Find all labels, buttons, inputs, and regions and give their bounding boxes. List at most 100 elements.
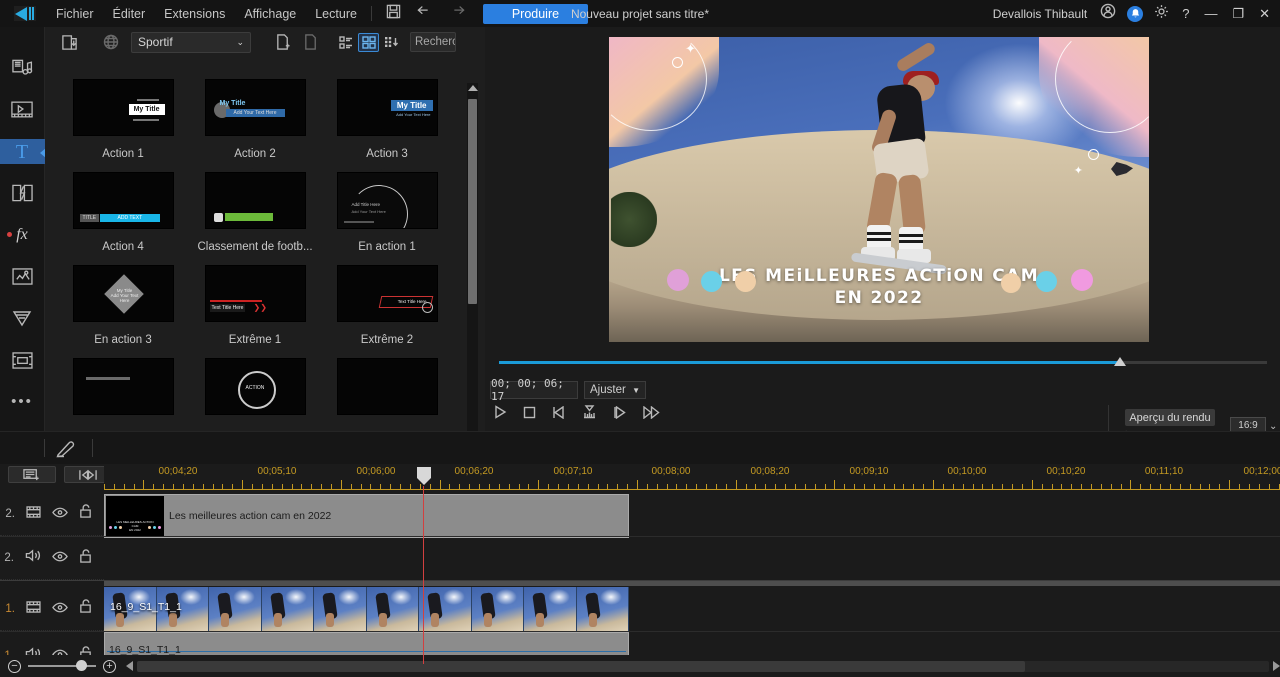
menu-item-extensions[interactable]: Extensions (164, 7, 225, 21)
track-header-video-2[interactable]: 2. (0, 492, 104, 536)
track-header-audio-2[interactable]: 2. (0, 537, 104, 580)
download-grid-icon[interactable] (381, 33, 402, 52)
pen-tool-icon[interactable] (52, 438, 82, 459)
track-body-video-1[interactable]: 16_9_S1_T1_1 (104, 587, 1280, 631)
play-button[interactable] (493, 405, 507, 424)
template-thumbnail (336, 358, 438, 415)
help-icon[interactable]: ? (1180, 6, 1191, 21)
sidebar-item-titles[interactable]: T (0, 138, 46, 165)
eye-icon[interactable] (52, 549, 68, 567)
template-item[interactable]: Classement de footb... (189, 172, 321, 253)
floppy-disk-icon[interactable] (386, 4, 401, 24)
audio-track-icon[interactable] (25, 549, 41, 567)
zoom-slider-knob[interactable] (76, 660, 87, 671)
sidebar-item-more[interactable]: ••• (0, 389, 45, 415)
playhead-handle[interactable] (417, 467, 431, 485)
set-marker-button[interactable] (582, 405, 597, 424)
import-media-icon[interactable] (55, 31, 83, 53)
next-frame-button[interactable] (613, 405, 627, 424)
close-button[interactable]: ✕ (1257, 6, 1272, 22)
track-number: 2. (5, 507, 15, 520)
search-input[interactable]: Rechercher (410, 32, 456, 52)
fast-forward-button[interactable] (643, 405, 660, 424)
track-body-video-2[interactable]: LES MEiLLEURES ACTiON CAM EN 2022 Les mei… (104, 492, 1280, 538)
filmstrip-frame (419, 587, 472, 631)
toolbar-divider (370, 6, 372, 21)
video-track-icon[interactable] (26, 600, 41, 618)
preview-timecode[interactable]: 00; 00; 06; 17 (490, 377, 578, 403)
transport-controls (493, 405, 660, 424)
menu-item-lecture[interactable]: Lecture (315, 7, 357, 21)
zoom-in-button[interactable]: + (103, 659, 116, 673)
sidebar-item-effects[interactable]: fx (0, 222, 45, 248)
template-item[interactable]: TITLE ADD TEXT Action 4 (57, 172, 189, 253)
track-manager-button[interactable] (8, 466, 56, 483)
gear-icon[interactable] (1154, 4, 1169, 24)
timeline-ruler[interactable]: 00;04;20 00;05;10 00;06;00 00;06;20 00;0… (104, 464, 1280, 492)
progress-playhead[interactable] (1114, 357, 1126, 366)
unlock-icon[interactable] (79, 599, 92, 618)
menu-item-affichage[interactable]: Affichage (244, 7, 296, 21)
track-body-audio-2[interactable] (104, 537, 1280, 580)
dot-decoration (701, 271, 722, 292)
zoom-out-button[interactable]: − (8, 659, 21, 673)
template-thumbnail: My Title Add Your Text Here (336, 79, 438, 136)
template-item[interactable]: My Title Action 1 (57, 79, 189, 160)
produce-button[interactable]: Produire (482, 3, 588, 24)
sidebar-item-overlays[interactable] (0, 264, 45, 290)
fit-mode-select[interactable]: Ajuster ▼ (584, 381, 646, 399)
track-group-divider[interactable] (104, 581, 1280, 586)
video-clip[interactable]: 16_9_S1_T1_1 (104, 587, 629, 631)
scroll-right-arrow-icon[interactable] (1273, 661, 1280, 671)
video-preview[interactable]: ✦ ✦ LES MEiLLEURES ACTiON CAM EN 2022 (609, 37, 1149, 342)
export-icon (297, 31, 325, 53)
add-new-icon[interactable] (269, 31, 297, 53)
previous-frame-button[interactable] (552, 405, 566, 424)
title-clip[interactable]: LES MEiLLEURES ACTiON CAM EN 2022 Les mei… (104, 494, 629, 538)
template-item[interactable] (57, 358, 189, 427)
sidebar-item-media-library[interactable] (0, 55, 45, 81)
unlock-icon[interactable] (79, 504, 92, 523)
menu-item-editer[interactable]: Éditer (113, 7, 146, 21)
sidebar-item-split-screen[interactable] (0, 347, 45, 373)
template-label: Extrême 2 (360, 334, 414, 346)
sidebar-item-templates[interactable] (0, 97, 45, 123)
scrollbar-thumb[interactable] (137, 660, 1025, 672)
stop-button[interactable] (523, 406, 536, 424)
filmstrip-frame (314, 587, 367, 631)
grid-view-icon[interactable] (358, 32, 379, 52)
minimize-button[interactable]: — (1202, 6, 1219, 21)
template-item[interactable]: ACTION (189, 358, 321, 427)
video-track-icon[interactable] (26, 505, 41, 523)
template-item[interactable]: My Title Add Your Text Here En action 3 (57, 265, 189, 346)
filmstrip-frame (471, 587, 524, 631)
template-item[interactable] (321, 358, 453, 427)
scroll-up-icon[interactable] (468, 85, 478, 91)
template-item[interactable]: My Title Add Your Text Here Action 3 (321, 79, 453, 160)
scroll-left-arrow-icon[interactable] (126, 661, 133, 671)
sidebar-item-particles[interactable] (0, 306, 45, 332)
library-scrollbar[interactable] (467, 83, 478, 453)
template-item[interactable]: Text Title Here ❯❯ Extrême 1 (189, 265, 321, 346)
scrollbar-thumb[interactable] (468, 99, 477, 304)
notification-bell-icon[interactable] (1127, 5, 1144, 22)
eye-icon[interactable] (52, 600, 68, 618)
template-item[interactable]: Add Title Here Add Your Text Here En act… (321, 172, 453, 253)
sidebar-item-transitions[interactable] (0, 180, 45, 206)
menu-item-fichier[interactable]: Fichier (56, 7, 94, 21)
category-select[interactable]: Sportif ⌄ (131, 31, 251, 53)
eye-icon[interactable] (52, 505, 68, 523)
render-preview-button[interactable]: Aperçu du rendu (1125, 409, 1215, 426)
preview-progress[interactable] (499, 357, 1267, 367)
template-item[interactable]: Text Title Here Extrême 2 (321, 265, 453, 346)
zoom-slider[interactable] (28, 660, 96, 671)
template-item[interactable]: My Title Add Your Text Here Action 2 (189, 79, 321, 160)
list-view-icon[interactable] (335, 33, 356, 52)
restore-button[interactable]: ❐ (1230, 6, 1246, 22)
timeline-horizontal-scrollbar[interactable] (137, 660, 1269, 672)
account-circle-icon[interactable] (1100, 3, 1116, 24)
globe-icon[interactable] (97, 31, 125, 53)
undo-arrow-icon[interactable] (417, 4, 433, 23)
unlock-icon[interactable] (79, 548, 92, 568)
track-header-video-1[interactable]: 1. (0, 587, 104, 631)
